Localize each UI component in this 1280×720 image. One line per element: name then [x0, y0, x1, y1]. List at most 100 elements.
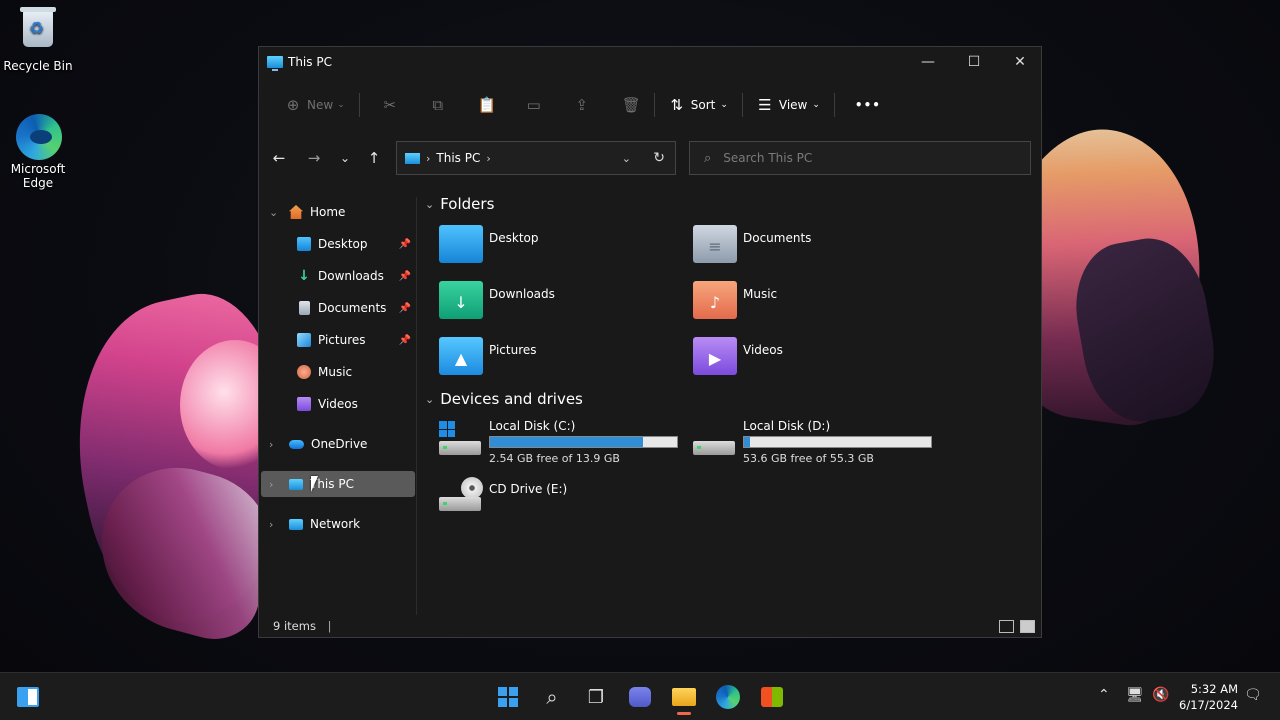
new-label: New [307, 98, 334, 112]
mouse-cursor [311, 476, 318, 492]
file-explorer-taskbar-button[interactable] [664, 681, 704, 715]
folders-group-header[interactable]: ⌄ Folders [425, 195, 494, 213]
recent-locations-button[interactable]: ⌄ [331, 141, 359, 175]
plus-icon: ⊕ [286, 96, 300, 114]
drive-d[interactable]: Local Disk (D:) 53.6 GB free of 55.3 GB [693, 419, 953, 467]
new-button[interactable]: ⊕ New ⌄ [277, 89, 353, 121]
forward-button[interactable]: → [300, 141, 328, 175]
drive-usage-bar [743, 436, 932, 448]
sidebar-item-desktop[interactable]: Desktop 📌 [261, 231, 415, 257]
documents-icon [299, 301, 310, 315]
sidebar-item-label: Pictures [318, 333, 366, 347]
share-icon: ⇪ [575, 96, 589, 114]
drive-c[interactable]: Local Disk (C:) 2.54 GB free of 13.9 GB [439, 419, 699, 467]
folder-music[interactable]: ♪ Music [693, 281, 933, 327]
sidebar-item-network[interactable]: › Network [261, 511, 415, 537]
share-button[interactable]: ⇪ [566, 89, 598, 121]
address-dropdown-icon[interactable]: ⌄ [622, 152, 631, 165]
folder-downloads[interactable]: ↓ Downloads [439, 281, 679, 327]
navigation-row: ← → ⌄ ↑ › This PC › ⌄ ↻ ⌕ Search This PC [259, 141, 1041, 175]
window-title: This PC [288, 55, 332, 69]
start-button[interactable] [488, 681, 528, 713]
show-hidden-icons-button[interactable]: ⌃ [1098, 687, 1110, 703]
tiles-view-button[interactable] [1020, 620, 1035, 633]
folder-label: Videos [743, 343, 783, 357]
address-bar[interactable]: › This PC › ⌄ ↻ [396, 141, 676, 175]
maximize-button[interactable]: ☐ [951, 47, 997, 77]
edge-icon [16, 114, 62, 160]
edge-taskbar-button[interactable] [708, 681, 748, 713]
pin-icon[interactable]: 📌 [399, 239, 411, 250]
search-button[interactable]: ⌕ [532, 681, 572, 713]
widgets-button[interactable] [8, 681, 48, 713]
minimize-button[interactable]: — [905, 47, 951, 77]
clock-time: 5:32 AM [1190, 682, 1238, 696]
more-options-button[interactable]: ••• [847, 89, 889, 121]
volume-icon[interactable]: 🔇 [1152, 687, 1169, 703]
sidebar-item-videos[interactable]: Videos [261, 391, 415, 417]
sidebar-item-music[interactable]: Music [261, 359, 415, 385]
chevron-right-icon: › [486, 151, 491, 165]
delete-button[interactable]: 🗑 [614, 89, 646, 121]
refresh-button[interactable]: ↻ [653, 150, 665, 166]
sidebar-item-label: OneDrive [311, 437, 368, 451]
drive-label: Local Disk (D:) [743, 419, 831, 433]
up-button[interactable]: ↑ [360, 141, 388, 175]
sidebar-item-documents[interactable]: Documents 📌 [261, 295, 415, 321]
videos-icon [297, 397, 311, 411]
chevron-right-icon: › [269, 517, 274, 531]
view-button[interactable]: ☰ View ⌄ [749, 89, 828, 121]
drive-usage-fill [744, 437, 750, 447]
command-bar: ⊕ New ⌄ ✂ ⧉ 📋 ▭ ⇪ 🗑 ⇅ Sort ⌄ ☰ View ⌄ ••… [259, 89, 1041, 121]
chevron-down-icon: ⌄ [425, 392, 435, 406]
task-view-button[interactable]: ❐ [576, 681, 616, 713]
desktop-icon-recycle-bin[interactable]: Recycle Bin [0, 7, 76, 73]
folder-videos[interactable]: ▶ Videos [693, 337, 933, 383]
chat-button[interactable] [620, 681, 660, 713]
status-divider: | [327, 619, 332, 633]
sidebar-item-label: Documents [318, 301, 387, 315]
desktop-icon-edge[interactable]: Microsoft Edge [0, 114, 76, 190]
folder-pictures[interactable]: ▲ Pictures [439, 337, 679, 383]
network-icon[interactable]: 🖥 [1126, 687, 1144, 703]
close-button[interactable]: ✕ [997, 47, 1043, 77]
toolbar-divider [358, 93, 360, 117]
sidebar-item-home[interactable]: ⌄ Home [261, 199, 415, 225]
sort-button[interactable]: ⇅ Sort ⌄ [661, 89, 736, 121]
paste-button[interactable]: 📋 [470, 89, 502, 121]
copy-button[interactable]: ⧉ [422, 89, 454, 121]
breadcrumb-this-pc[interactable]: This PC [436, 151, 480, 165]
pin-icon[interactable]: 📌 [399, 303, 411, 314]
search-icon: ⌕ [546, 685, 558, 709]
sidebar-item-onedrive[interactable]: › OneDrive [261, 431, 415, 457]
toolbar-divider [833, 93, 835, 117]
videos-folder-icon: ▶ [693, 337, 737, 375]
this-pc-icon [405, 152, 420, 164]
pin-icon[interactable]: 📌 [399, 335, 411, 346]
sidebar-item-downloads[interactable]: ↓ Downloads 📌 [261, 263, 415, 289]
back-button[interactable]: ← [265, 141, 293, 175]
cut-button[interactable]: ✂ [374, 89, 406, 121]
downloads-folder-icon: ↓ [439, 281, 483, 319]
taskbar: ⌕ ❐ ⌃ 🖥 🔇 5:32 AM 6/17/2024 🗨 [0, 672, 1280, 720]
folder-documents[interactable]: ≡ Documents [693, 225, 933, 271]
windows-drive-icon [439, 421, 483, 455]
devices-group-header[interactable]: ⌄ Devices and drives [425, 390, 583, 408]
store-taskbar-button[interactable] [752, 681, 792, 713]
drive-e[interactable]: CD Drive (E:) [439, 475, 699, 523]
desktop-icon-label: Microsoft Edge [10, 162, 66, 190]
clock[interactable]: 5:32 AM 6/17/2024 [1179, 681, 1238, 713]
desktop-icon-label: Recycle Bin [3, 59, 73, 73]
folder-desktop[interactable]: Desktop [439, 225, 679, 271]
group-title: Folders [440, 195, 495, 213]
pin-icon[interactable]: 📌 [399, 271, 411, 282]
sidebar-item-this-pc[interactable]: › This PC [261, 471, 415, 497]
sidebar-item-pictures[interactable]: Pictures 📌 [261, 327, 415, 353]
pictures-icon [297, 333, 311, 347]
details-view-button[interactable] [999, 620, 1014, 633]
rename-button[interactable]: ▭ [518, 89, 550, 121]
notification-icon[interactable]: 🗨 [1244, 687, 1262, 703]
onedrive-icon [289, 439, 304, 449]
view-label: View [778, 98, 808, 112]
search-box[interactable]: ⌕ Search This PC [689, 141, 1031, 175]
